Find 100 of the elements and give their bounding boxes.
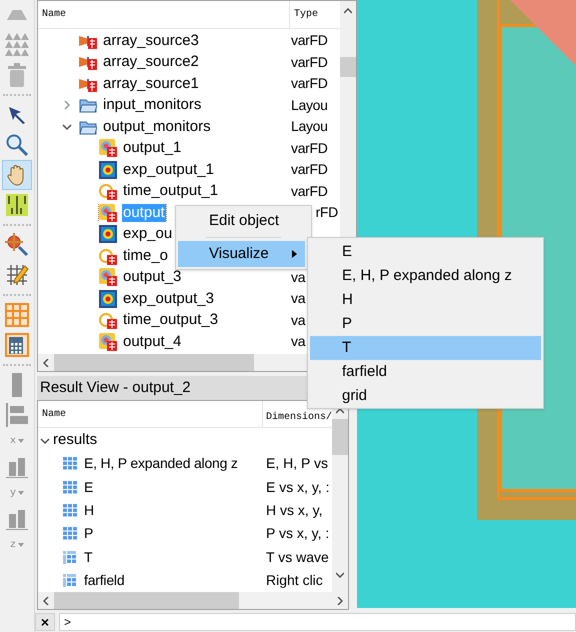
clock-icon (99, 182, 117, 200)
tree-item[interactable]: time_output_1 (122, 182, 220, 200)
monitor-icon (99, 268, 117, 286)
type-cell-text: va (290, 310, 306, 330)
type-cell-text: varFD (290, 160, 328, 180)
result-item[interactable]: farfield (84, 570, 124, 591)
scroll-right-icon[interactable] (337, 596, 343, 604)
pyramids-icon[interactable] (4, 33, 30, 57)
axis-label: z (10, 538, 16, 552)
tree-item[interactable]: time_output_3 (122, 311, 220, 330)
type-cell-text: varFD (290, 31, 328, 50)
zoom-move-icon[interactable] (5, 233, 29, 257)
result-item[interactable]: E (84, 476, 94, 498)
tree-item[interactable]: array_source2 (102, 53, 200, 72)
expand-icon[interactable] (62, 100, 72, 110)
axis-label: y (10, 486, 16, 500)
menu-item[interactable]: Visualize (178, 241, 305, 267)
grid-pencil-icon[interactable] (5, 263, 29, 287)
scroll-thumb[interactable] (54, 592, 239, 609)
dimensions-cell-text: Right clic (265, 570, 323, 590)
type-cell-text: va (290, 332, 306, 352)
tree-item[interactable]: exp_ou (122, 225, 174, 244)
trash-icon[interactable] (7, 63, 27, 87)
scroll-down-icon[interactable] (336, 572, 344, 578)
monitor-icon (99, 332, 117, 351)
table-icon[interactable] (5, 303, 29, 327)
type-cell-text: varFD (290, 74, 328, 94)
ruler-icon[interactable] (6, 194, 28, 216)
grid-icon (63, 550, 77, 564)
menu-item[interactable]: E (310, 240, 541, 264)
scroll-left-icon[interactable] (43, 358, 49, 366)
dimensions-cell-text: P vs x, y, : (265, 524, 330, 544)
field-map-icon (99, 225, 117, 244)
type-cell-text: va (290, 289, 306, 308)
scroll-up-icon[interactable] (336, 408, 344, 414)
axis-label: x (10, 434, 16, 448)
type-cell-text: varFD (290, 182, 328, 201)
type-cell-text: rFD (314, 203, 338, 222)
scroll-left-icon[interactable] (43, 596, 49, 604)
close-button[interactable]: × (35, 613, 55, 631)
grid-icon (63, 574, 77, 587)
bar-chart-icon[interactable] (6, 456, 28, 478)
column-header[interactable]: Type (290, 1, 318, 28)
grid-icon (63, 457, 77, 470)
grid-icon (63, 480, 77, 494)
dropdown-icon[interactable] (18, 439, 24, 443)
grid-icon (63, 527, 77, 540)
horizontal-scrollbar[interactable] (38, 592, 348, 609)
menu-item[interactable]: P (310, 312, 541, 336)
type-cell-text: varFD (290, 52, 328, 72)
tree-item[interactable]: exp_output_1 (122, 160, 215, 179)
monitor-icon (99, 204, 117, 222)
folder-icon (79, 97, 97, 114)
result-item[interactable]: H (84, 500, 94, 521)
calculator-icon[interactable] (5, 333, 29, 357)
dimensions-cell-text: T vs wave (265, 548, 329, 567)
tree-item[interactable]: input_monitors (102, 96, 202, 114)
dropdown-icon[interactable] (18, 491, 24, 495)
submenu-arrow-icon (292, 250, 297, 258)
tree-item[interactable]: output_monitors (102, 118, 212, 136)
dimensions-cell-text: H vs x, y, (265, 500, 323, 520)
tree-item[interactable]: array_source3 (102, 32, 200, 50)
field-map-icon (99, 290, 117, 308)
scroll-thumb[interactable] (340, 57, 356, 77)
tree-item[interactable]: output_4 (122, 332, 182, 351)
command-input[interactable]: > (59, 613, 576, 631)
search-icon[interactable] (6, 134, 28, 156)
menu-item[interactable]: H (310, 288, 541, 312)
scroll-up-icon[interactable] (344, 8, 352, 14)
scroll-thumb[interactable] (332, 419, 348, 455)
tree-item[interactable]: time_o (122, 246, 170, 265)
result-item[interactable]: T (84, 546, 92, 568)
menu-item[interactable]: E, H, P expanded along z (310, 264, 541, 288)
tree-item[interactable]: results (53, 429, 98, 452)
scroll-thumb[interactable] (54, 354, 254, 371)
clock-icon (99, 311, 117, 330)
type-cell-text: varFD (290, 138, 328, 158)
column-header[interactable]: Name (38, 1, 290, 28)
tree-item[interactable]: output_3 (122, 268, 182, 286)
menu-item[interactable]: Edit object (178, 208, 305, 234)
align-icon[interactable] (6, 403, 28, 427)
field-map-icon (99, 160, 117, 179)
tree-item[interactable]: array_source1 (102, 74, 200, 93)
tree-item[interactable]: output_1 (122, 139, 182, 158)
grid-icon (63, 504, 77, 517)
menu-item[interactable]: T (310, 336, 541, 360)
folder-icon (79, 118, 97, 135)
dimensions-cell-text: E, H, P vs (265, 454, 328, 474)
bar-chart-icon[interactable] (6, 508, 28, 530)
column-header[interactable]: Name (38, 401, 263, 427)
result-item[interactable]: P (84, 523, 94, 544)
pyramid-icon[interactable] (6, 10, 28, 20)
result-item[interactable]: E, H, P expanded along z (84, 453, 238, 474)
dimensions-cell-text: E vs x, y, : (265, 478, 330, 497)
dropdown-icon[interactable] (18, 543, 24, 547)
source-icon (79, 54, 97, 70)
pointer-icon[interactable] (7, 105, 27, 125)
collapse-icon[interactable] (62, 122, 72, 132)
collapse-icon[interactable] (40, 436, 50, 446)
tree-item[interactable]: exp_output_3 (122, 290, 215, 308)
